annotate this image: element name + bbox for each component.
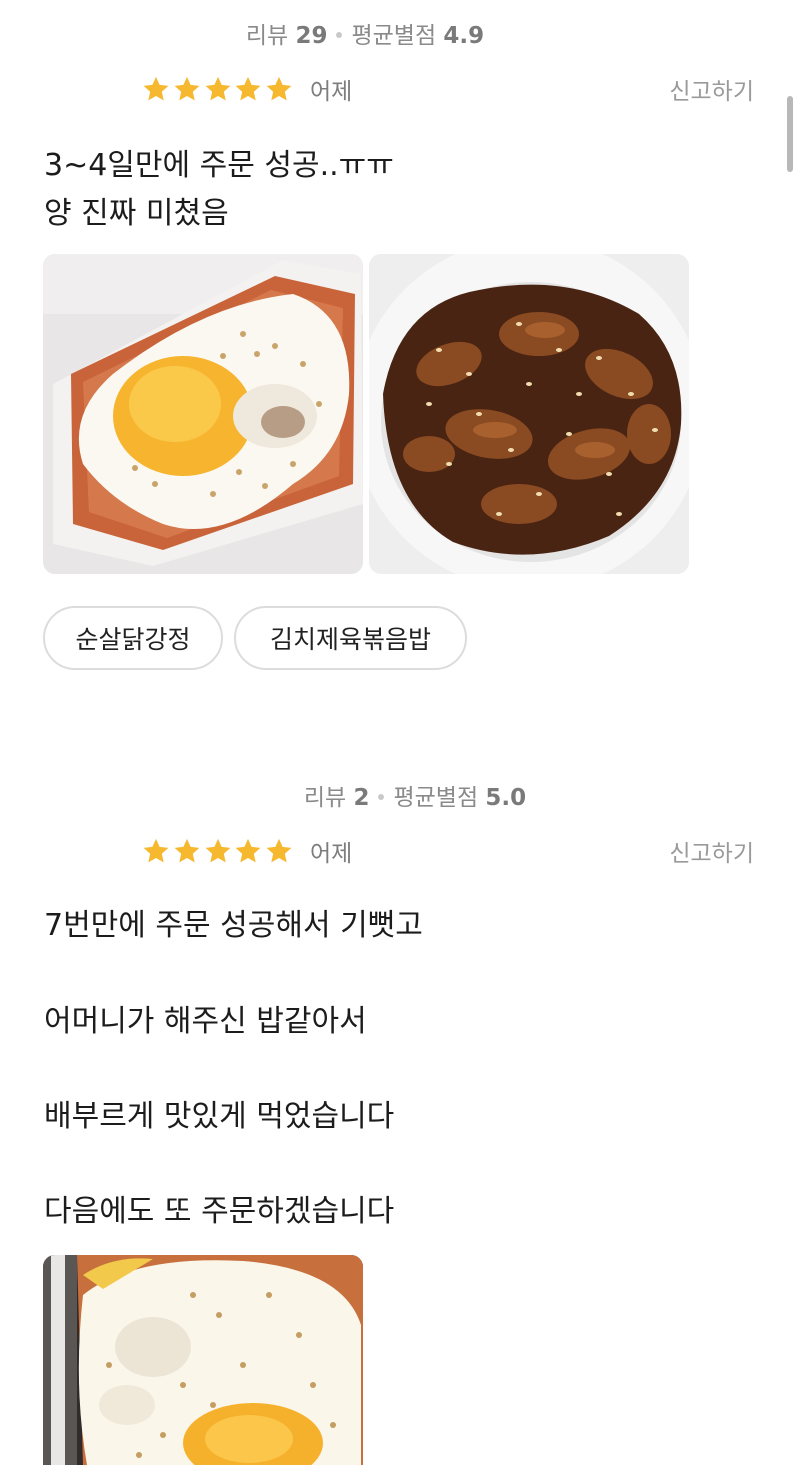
review-text-line: 7번만에 주문 성공해서 기뻣고 [44, 908, 423, 943]
star-icon [174, 838, 200, 863]
star-icon [174, 76, 200, 101]
avg-rating-value: 4.9 [443, 23, 485, 49]
dot-separator [378, 793, 385, 800]
review-text-line: 다음에도 또 주문하겠습니다 [44, 1194, 395, 1229]
fried-rice-egg-closeup-image [43, 1255, 363, 1465]
reviewer-stats: 리뷰 29 평균별점 4.9 [0, 16, 730, 50]
review-text-line: 어머니가 해주신 밥같아서 [44, 1004, 367, 1039]
star-icon [236, 76, 261, 101]
menu-tag-chip[interactable]: 순살닭강정 [43, 606, 223, 670]
fried-rice-egg-image [43, 254, 363, 574]
review-count-label: 리뷰 [245, 23, 289, 49]
review-count-value: 2 [353, 785, 370, 811]
report-link[interactable]: 신고하기 [669, 72, 754, 106]
star-icon [266, 76, 292, 101]
sweet-fried-chicken-image [369, 254, 689, 574]
review-text-line: 양 진짜 미쳤음 [44, 196, 229, 231]
review-photo[interactable] [369, 254, 689, 574]
star-icon [205, 76, 230, 101]
review-photo[interactable] [43, 254, 363, 574]
rating-row: 어제 [142, 72, 352, 106]
review-count-value: 29 [295, 23, 328, 49]
star-icon [143, 838, 169, 863]
review-count-label: 리뷰 [303, 785, 347, 811]
menu-tag-chip[interactable]: 김치제육볶음밥 [234, 606, 467, 670]
review-date: 어제 [309, 79, 353, 105]
avg-rating-label: 평균별점 [393, 785, 479, 811]
star-icon [236, 838, 261, 863]
star-icon [143, 76, 169, 101]
dot-separator [336, 31, 343, 38]
scrollbar-thumb[interactable] [787, 96, 793, 172]
star-icon [266, 838, 292, 863]
avg-rating-value: 5.0 [485, 785, 527, 811]
avg-rating-label: 평균별점 [351, 23, 437, 49]
review-text-line: 배부르게 맛있게 먹었습니다 [44, 1099, 395, 1134]
star-icon [205, 838, 230, 863]
review-text-line: 3~4일만에 주문 성공..ㅠㅠ [44, 148, 394, 183]
reviewer-stats: 리뷰 2 평균별점 5.0 [0, 778, 800, 812]
rating-row: 어제 [142, 834, 352, 868]
review-date: 어제 [309, 841, 353, 867]
report-link[interactable]: 신고하기 [669, 834, 754, 868]
review-photo[interactable] [43, 1255, 363, 1465]
